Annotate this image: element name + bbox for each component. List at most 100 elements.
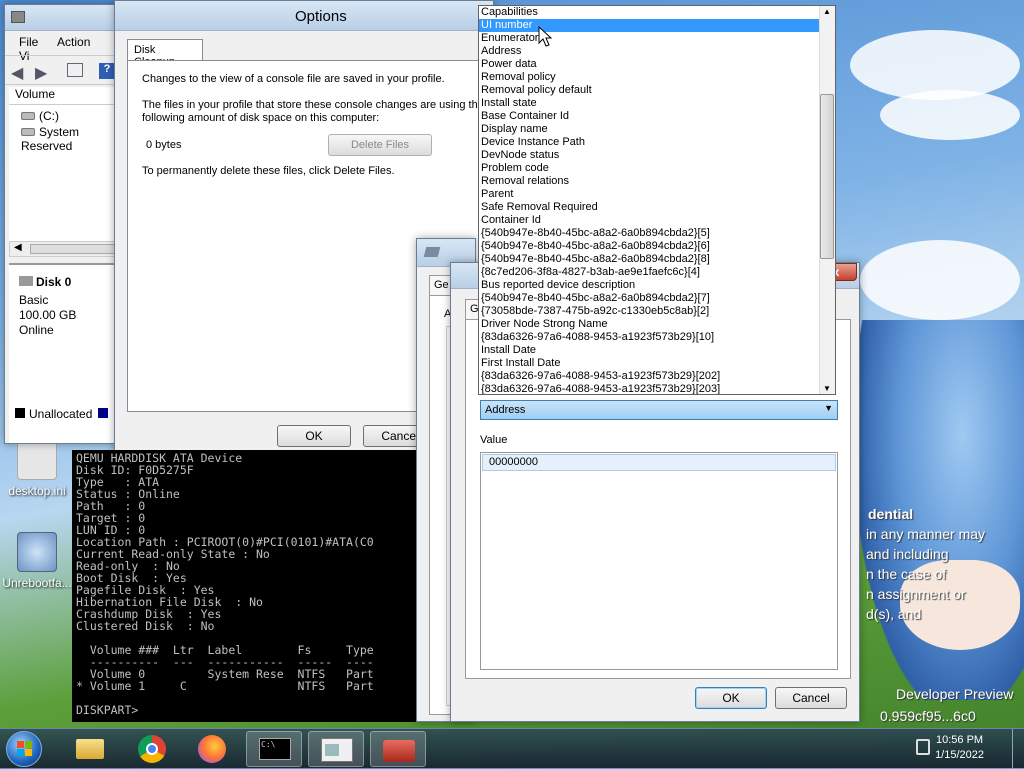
dropdown-option[interactable]: UI number — [479, 19, 835, 32]
value-list[interactable]: 00000000 — [480, 452, 838, 670]
console-tree-icon[interactable] — [67, 63, 83, 77]
dropdown-option[interactable]: {540b947e-8b40-45bc-a8a2-6a0b894cbda2}[7… — [479, 292, 835, 305]
windows-logo-icon — [25, 741, 32, 748]
dropdown-option[interactable]: Install Date — [479, 344, 835, 357]
disk-status: Online — [19, 323, 54, 337]
drive-icon — [21, 128, 35, 136]
dropdown-option[interactable]: Address — [479, 45, 835, 58]
build-watermark: Developer Preview — [896, 686, 1014, 702]
property-select[interactable]: Address ▼ — [480, 400, 838, 420]
dropdown-option[interactable]: {83da6326-97a6-4088-9453-a1923f573b29}[2… — [479, 383, 835, 394]
primary-swatch — [97, 408, 108, 418]
firefox-icon — [198, 735, 226, 763]
forward-arrow-icon[interactable]: ▶ — [35, 63, 47, 83]
taskbar-disk-management[interactable] — [308, 731, 364, 767]
dropdown-option[interactable]: {540b947e-8b40-45bc-a8a2-6a0b894cbda2}[5… — [479, 227, 835, 240]
app-icon — [11, 11, 25, 23]
clock[interactable]: 10:56 PM 1/15/2022 — [935, 733, 984, 763]
chevron-down-icon: ▼ — [824, 403, 833, 413]
dropdown-option[interactable]: {73058bde-7387-475b-a92c-c1330eb5c8ab}[2… — [479, 305, 835, 318]
wallpaper-text: and including — [866, 546, 949, 562]
dropdown-option[interactable]: Power data — [479, 58, 835, 71]
console-line: * Volume 1 C NTFS Part — [76, 679, 374, 693]
disk-type: Basic — [19, 293, 49, 307]
desktop-icon-unrebootfa[interactable]: Unrebootfa... — [2, 532, 72, 590]
dropdown-option[interactable]: Removal policy — [479, 71, 835, 84]
network-icon[interactable] — [916, 739, 930, 755]
wallpaper-text: in any manner may — [866, 526, 986, 542]
taskbar-cmd[interactable]: C:\ — [246, 731, 302, 767]
value-row[interactable]: 00000000 — [482, 454, 836, 471]
dropdown-option[interactable]: Safe Removal Required — [479, 201, 835, 214]
cloud — [860, 240, 1020, 320]
chrome-icon-center — [146, 743, 158, 755]
toolbox-icon — [383, 740, 415, 762]
options-titlebar[interactable]: Options — [115, 1, 493, 31]
disk-management-window[interactable]: File Action Vi ◀ ▶ ? Volume (C:) System … — [4, 4, 125, 444]
dropdown-option[interactable]: Bus reported device description — [479, 279, 835, 292]
dropdown-option[interactable]: Display name — [479, 123, 835, 136]
file-icon — [17, 440, 57, 480]
dropdown-scroll-thumb[interactable] — [820, 94, 834, 259]
cancel-button[interactable]: Cancel — [775, 687, 847, 709]
dropdown-option[interactable]: Driver Node Strong Name — [479, 318, 835, 331]
menu-file[interactable]: File — [19, 35, 38, 49]
dropdown-option[interactable]: Removal relations — [479, 175, 835, 188]
dropdown-option[interactable]: Device Instance Path — [479, 136, 835, 149]
build-watermark: 0.959cf95...6c0 — [880, 708, 976, 724]
menu-action[interactable]: Action — [57, 35, 90, 49]
cloud — [880, 90, 1020, 140]
volume-row-c[interactable]: (C:) — [21, 109, 59, 123]
dropdown-option[interactable]: {540b947e-8b40-45bc-a8a2-6a0b894cbda2}[6… — [479, 240, 835, 253]
desktop-icon-desktop-ini[interactable]: desktop.ini — [2, 440, 72, 498]
windows-logo-icon — [17, 741, 24, 748]
dropdown-option[interactable]: {540b947e-8b40-45bc-a8a2-6a0b894cbda2}[8… — [479, 253, 835, 266]
dropdown-option[interactable]: Install state — [479, 97, 835, 110]
disk-name[interactable]: Disk 0 — [19, 275, 71, 289]
volume-row-system-reserved[interactable]: System Reserved — [21, 125, 125, 153]
taskbar-firefox[interactable] — [184, 731, 240, 767]
dropdown-option[interactable]: Problem code — [479, 162, 835, 175]
show-desktop-button[interactable] — [1012, 729, 1024, 769]
dropdown-option[interactable]: {8c7ed206-3f8a-4827-b3ab-ae9e1faefc6c}[4… — [479, 266, 835, 279]
ok-button[interactable]: OK — [695, 687, 767, 709]
dropdown-option[interactable]: Container Id — [479, 214, 835, 227]
dropdown-option[interactable]: {83da6326-97a6-4088-9453-a1923f573b29}[1… — [479, 331, 835, 344]
wallpaper-text: d(s), and — [866, 606, 922, 622]
ok-button[interactable]: OK — [277, 425, 351, 447]
console-line: Clustered Disk : No — [76, 619, 215, 633]
value-label: Value — [480, 434, 508, 446]
legend-unallocated: Unallocated — [15, 407, 108, 421]
delete-files-button[interactable]: Delete Files — [328, 134, 432, 156]
start-button[interactable] — [6, 731, 42, 767]
disk-name-label: Disk 0 — [36, 275, 72, 289]
volume-column-header[interactable]: Volume — [9, 87, 125, 105]
dropdown-option[interactable]: Base Container Id — [479, 110, 835, 123]
info-text: To permanently delete these files, click… — [142, 165, 395, 177]
info-text: Changes to the view of a console file ar… — [142, 73, 445, 85]
taskbar-toolbox[interactable] — [370, 731, 426, 767]
console-line: DISKPART> — [76, 703, 139, 717]
property-dropdown-list[interactable]: Capabilities UI number Enumerator Address Po… — [478, 5, 836, 395]
dropdown-option[interactable]: Capabilities — [479, 6, 835, 19]
diskpart-console[interactable]: QEMU HARDDISK ATA Device Disk ID: F0D5275… — [72, 450, 418, 722]
disk-management-titlebar[interactable] — [5, 5, 123, 31]
scroll-down-icon[interactable]: ▼ — [823, 384, 831, 393]
taskbar-explorer[interactable] — [62, 731, 118, 767]
dropdown-option[interactable]: Removal policy default — [479, 84, 835, 97]
scroll-thumb[interactable] — [30, 244, 120, 254]
dropdown-option[interactable]: First Install Date — [479, 357, 835, 370]
scroll-up-icon[interactable]: ▲ — [823, 7, 831, 16]
dropdown-option[interactable]: Enumerator — [479, 32, 835, 45]
horizontal-scrollbar[interactable]: ◀ — [9, 241, 125, 257]
scroll-left-icon[interactable]: ◀ — [14, 242, 22, 253]
dropdown-option[interactable]: DevNode status — [479, 149, 835, 162]
back-arrow-icon[interactable]: ◀ — [11, 63, 23, 83]
clock-time: 10:56 PM — [935, 734, 984, 746]
taskbar-chrome[interactable] — [124, 731, 180, 767]
help-icon[interactable]: ? — [99, 63, 115, 79]
dropdown-option[interactable]: {83da6326-97a6-4088-9453-a1923f573b29}[2… — [479, 370, 835, 383]
dropdown-option[interactable]: Parent — [479, 188, 835, 201]
dropdown-scrollbar[interactable]: ▲ ▼ — [819, 6, 835, 394]
tab-disk-cleanup[interactable]: Disk Cleanup — [127, 39, 203, 68]
